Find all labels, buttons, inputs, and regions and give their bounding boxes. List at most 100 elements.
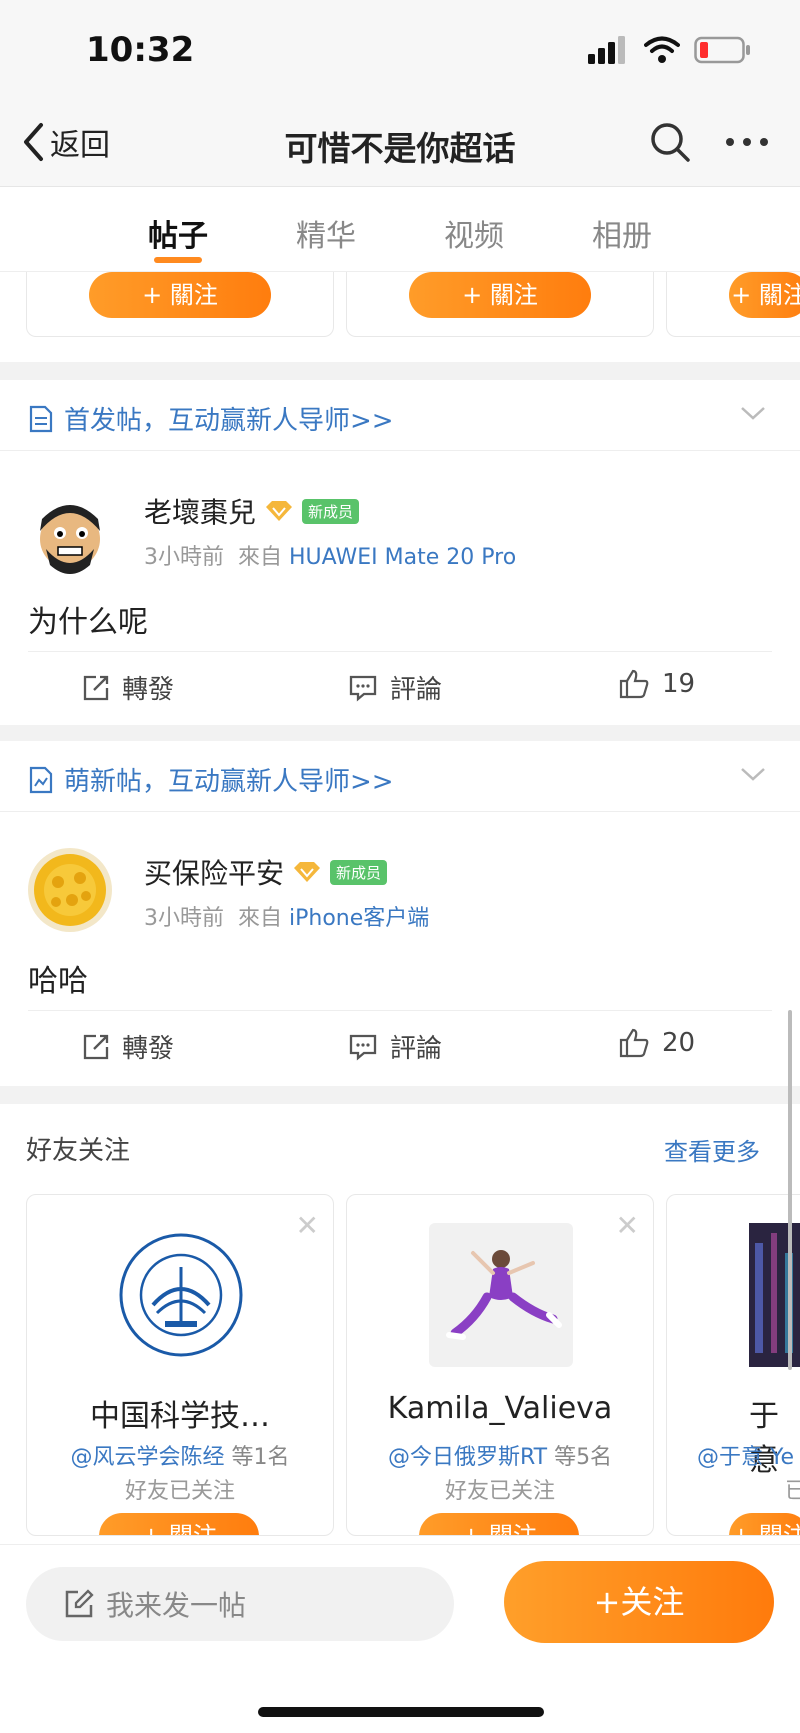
- stage-photo: [749, 1223, 800, 1367]
- newbie-doc-icon: [29, 766, 53, 793]
- friend-card[interactable]: ✕ Kamila_Valieva @今日俄罗斯RT 等5名 好友已关注 + 關注: [346, 1194, 654, 1536]
- battery-icon: [694, 36, 750, 64]
- new-member-badge: 新成员: [330, 859, 388, 885]
- signal-icon: [588, 36, 625, 64]
- post-source[interactable]: iPhone客户端: [289, 906, 429, 931]
- recommend-card: + 關注: [26, 272, 334, 337]
- edit-icon: [65, 1589, 94, 1618]
- divider: [28, 1010, 772, 1011]
- divider: [28, 651, 772, 652]
- comment-button[interactable]: 評論: [348, 669, 442, 706]
- post-card[interactable]: 老壞棗兒 新成员 3小時前 來自 HUAWEI Mate 20 Pro 为什么呢…: [0, 451, 800, 725]
- avatar[interactable]: [28, 848, 112, 932]
- like-count: 20: [662, 1028, 696, 1058]
- section-divider: [0, 362, 800, 380]
- wifi-icon: [644, 36, 680, 63]
- tab-bar: 帖子 精华 视频 相册: [0, 187, 800, 272]
- new-member-badge: 新成员: [302, 498, 360, 524]
- comment-icon: [349, 1034, 377, 1060]
- thumbs-up-icon: [619, 669, 649, 699]
- avatar[interactable]: [28, 491, 112, 575]
- more-button[interactable]: [724, 120, 770, 173]
- friend-card-followers: @于意 Ye: [697, 1439, 794, 1471]
- diamond-icon: [266, 501, 293, 521]
- friend-mention[interactable]: @今日俄罗斯RT: [388, 1445, 547, 1470]
- search-button[interactable]: [648, 120, 692, 168]
- follow-button[interactable]: + 關注: [89, 272, 271, 318]
- post-source[interactable]: HUAWEI Mate 20 Pro: [289, 545, 516, 570]
- follow-topic-button[interactable]: +关注: [504, 1561, 774, 1643]
- friend-card-name: 中国科学技…: [90, 1399, 270, 1434]
- home-indicator: [258, 1707, 544, 1717]
- compose-input[interactable]: 我来发一帖: [26, 1567, 454, 1641]
- friend-count: 等1名: [231, 1445, 290, 1470]
- diamond-icon: [294, 862, 321, 882]
- post-card[interactable]: 买保险平安 新成员 3小時前 來自 iPhone客户端 哈哈 轉發 評論 20: [0, 812, 800, 1086]
- scrollbar[interactable]: [788, 1010, 792, 1370]
- repost-button[interactable]: 轉發: [82, 669, 174, 706]
- comment-label: 評論: [390, 675, 443, 705]
- comment-button[interactable]: 評論: [348, 1028, 442, 1065]
- repost-label: 轉發: [122, 1034, 175, 1064]
- section-label: 萌新帖，互动赢新人导师>>: [64, 767, 394, 797]
- post-content: 哈哈: [28, 964, 88, 999]
- avatar-image: [28, 848, 112, 932]
- chevron-down-icon: [741, 407, 765, 420]
- friend-count: 等5名: [554, 1445, 613, 1470]
- comment-icon: [349, 675, 377, 701]
- section-link: 萌新帖，互动赢新人导师>>: [28, 761, 394, 798]
- post-header: 买保险平安 新成员: [144, 852, 388, 892]
- follow-button[interactable]: + 關注: [409, 272, 591, 318]
- friend-card[interactable]: ✕ 中国科学技… @风云学会陈经 等1名 好友已关注 + 關注: [26, 1194, 334, 1536]
- tab-albums[interactable]: 相册: [592, 211, 652, 255]
- document-icon: [29, 405, 53, 432]
- friend-card-note: 好友已关注: [444, 1479, 555, 1504]
- repost-icon: [83, 675, 109, 700]
- post-header: 老壞棗兒 新成员: [144, 491, 360, 531]
- repost-icon: [83, 1034, 109, 1059]
- more-icon: [726, 138, 768, 146]
- tab-videos[interactable]: 视频: [444, 211, 504, 255]
- follow-button[interactable]: + 關注: [419, 1513, 579, 1535]
- post-section-header[interactable]: 首发帖，互动赢新人导师>>: [0, 380, 800, 451]
- friend-mention[interactable]: @于意 Ye: [697, 1445, 794, 1470]
- bottom-bar: 我来发一帖 +关注: [0, 1544, 800, 1733]
- friends-follow-section: 好友关注 查看更多 ✕ 中国科学技… @风云学会陈经 等1名 好友已关注 + 關…: [0, 1104, 800, 1544]
- post-meta: 3小時前 來自 iPhone客户端: [144, 900, 429, 932]
- search-icon: [651, 123, 690, 162]
- follow-button[interactable]: + 關注: [729, 272, 800, 318]
- repost-label: 轉發: [122, 675, 175, 705]
- university-logo: [119, 1233, 243, 1357]
- username[interactable]: 老壞棗兒: [144, 491, 256, 531]
- status-icons: [588, 36, 752, 64]
- post-time: 3小時前: [144, 906, 224, 931]
- friend-card-note: 好友已关注: [124, 1479, 235, 1504]
- close-icon[interactable]: ✕: [296, 1209, 319, 1242]
- tab-posts[interactable]: 帖子: [148, 211, 208, 255]
- repost-button[interactable]: 轉發: [82, 1028, 174, 1065]
- like-count: 19: [662, 669, 696, 699]
- follow-button[interactable]: + 關注: [729, 1513, 800, 1535]
- active-tab-indicator: [154, 257, 202, 263]
- like-button[interactable]: 19: [618, 669, 695, 699]
- username[interactable]: 买保险平安: [144, 852, 284, 892]
- friend-card[interactable]: 于意 @于意 Ye 已 + 關注: [666, 1194, 800, 1536]
- friend-mention[interactable]: @风云学会陈经: [70, 1445, 224, 1470]
- friend-card-followers: @今日俄罗斯RT 等5名: [347, 1439, 653, 1471]
- from-prefix: 來自: [238, 545, 283, 570]
- post-section-header[interactable]: 萌新帖，互动赢新人导师>>: [0, 741, 800, 812]
- recommend-card: + 關注: [346, 272, 654, 337]
- see-more-link[interactable]: 查看更多: [664, 1132, 760, 1167]
- status-time: 10:32: [86, 30, 195, 70]
- post-content: 为什么呢: [28, 605, 148, 640]
- close-icon[interactable]: ✕: [616, 1209, 639, 1242]
- avatar-image: [28, 491, 112, 575]
- like-button[interactable]: 20: [618, 1028, 695, 1058]
- follow-button[interactable]: + 關注: [99, 1513, 259, 1535]
- chevron-down-icon: [741, 768, 765, 781]
- section-label: 首发帖，互动赢新人导师>>: [64, 406, 394, 436]
- post-meta: 3小時前 來自 HUAWEI Mate 20 Pro: [144, 539, 516, 571]
- tab-featured[interactable]: 精华: [296, 211, 356, 255]
- friends-title: 好友关注: [26, 1136, 131, 1166]
- friend-card-followers: @风云学会陈经 等1名: [27, 1439, 333, 1471]
